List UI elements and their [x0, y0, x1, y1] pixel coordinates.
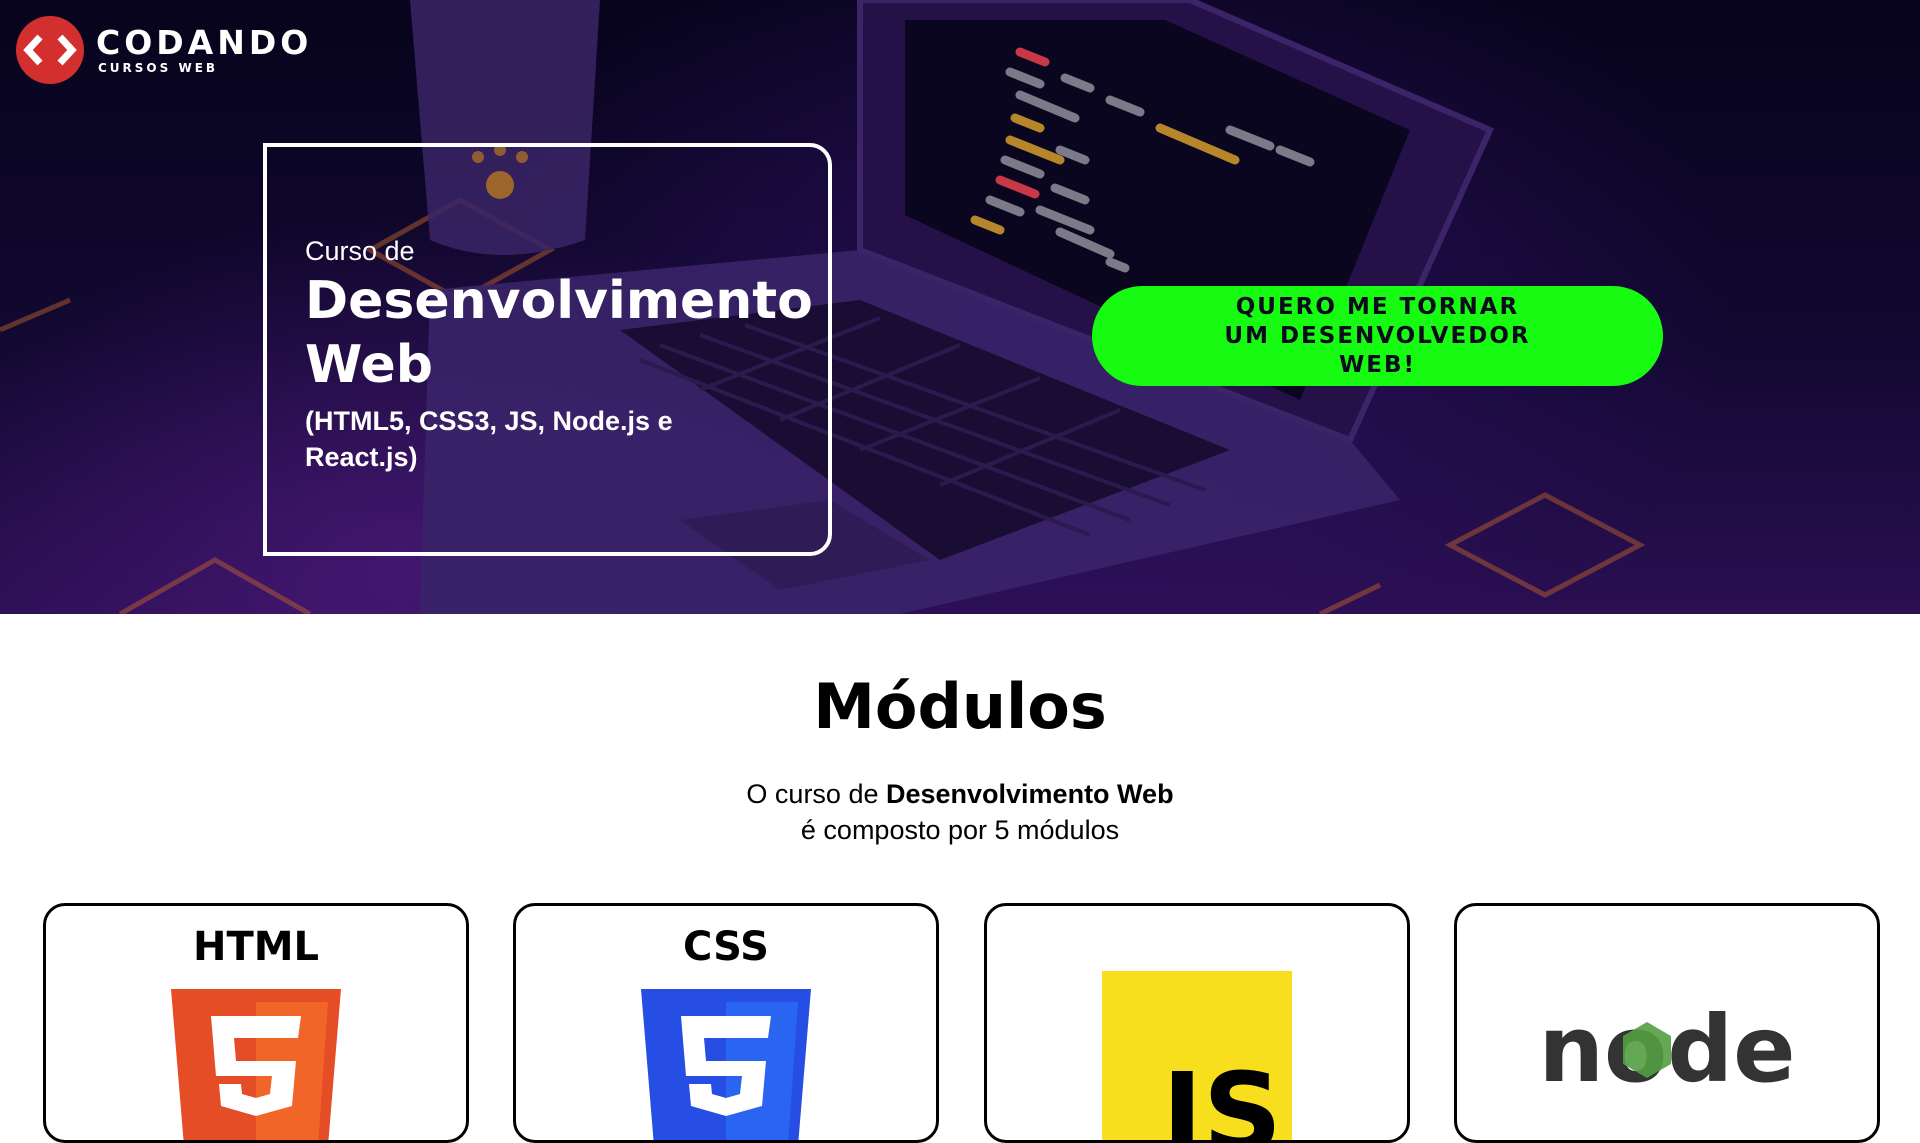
course-title: Desenvolvimento Web — [305, 269, 813, 397]
modules-intro-course: Desenvolvimento Web — [885, 779, 1174, 809]
js-logo-label: JS — [1155, 1049, 1282, 1143]
code-brackets-icon — [16, 16, 84, 84]
module-card-node[interactable]: node — [1454, 903, 1880, 1143]
course-stack: (HTML5, CSS3, JS, Node.js e React.js) — [305, 403, 792, 475]
javascript-logo-icon: JS — [1102, 971, 1292, 1143]
module-card-css[interactable]: CSS — [513, 903, 939, 1143]
course-stack-line2: React.js) — [305, 442, 418, 472]
course-title-line1: Desenvolvimento — [305, 271, 813, 331]
module-card-js[interactable]: JS — [984, 903, 1410, 1143]
html-logo-label: HTML — [193, 924, 319, 970]
course-title-line2: Web — [305, 335, 433, 395]
modules-intro-prefix: O curso de — [746, 779, 886, 809]
brand-text: CODANDO CURSOS WEB — [96, 23, 313, 76]
modules-intro-line2: é composto por 5 módulos — [800, 815, 1120, 845]
brand-name: CODANDO — [96, 23, 313, 62]
become-developer-button[interactable]: QUERO ME TORNAR UM DESENVOLVEDOR WEB! — [1092, 286, 1663, 386]
modules-title: Módulos — [813, 670, 1107, 743]
course-stack-line1: (HTML5, CSS3, JS, Node.js e — [305, 406, 673, 436]
course-info-box: Curso de Desenvolvimento Web (HTML5, CSS… — [263, 143, 832, 556]
nodejs-logo-icon: node — [1539, 996, 1796, 1103]
course-pre-title: Curso de — [305, 236, 415, 266]
module-card-html[interactable]: HTML — [43, 903, 469, 1143]
brand-tagline: CURSOS WEB — [98, 61, 219, 75]
html5-logo-icon: HTML — [171, 924, 341, 1140]
css3-logo-icon: CSS — [641, 924, 811, 1140]
hero-section: CODANDO CURSOS WEB Curso de Desenvolvime… — [0, 0, 1920, 614]
modules-intro: O curso de Desenvolvimento Web é compost… — [0, 776, 1920, 848]
css-logo-label: CSS — [683, 924, 769, 970]
brand-logo[interactable]: CODANDO CURSOS WEB — [16, 16, 312, 84]
modules-intro-line1: O curso de Desenvolvimento Web — [0, 776, 1920, 812]
